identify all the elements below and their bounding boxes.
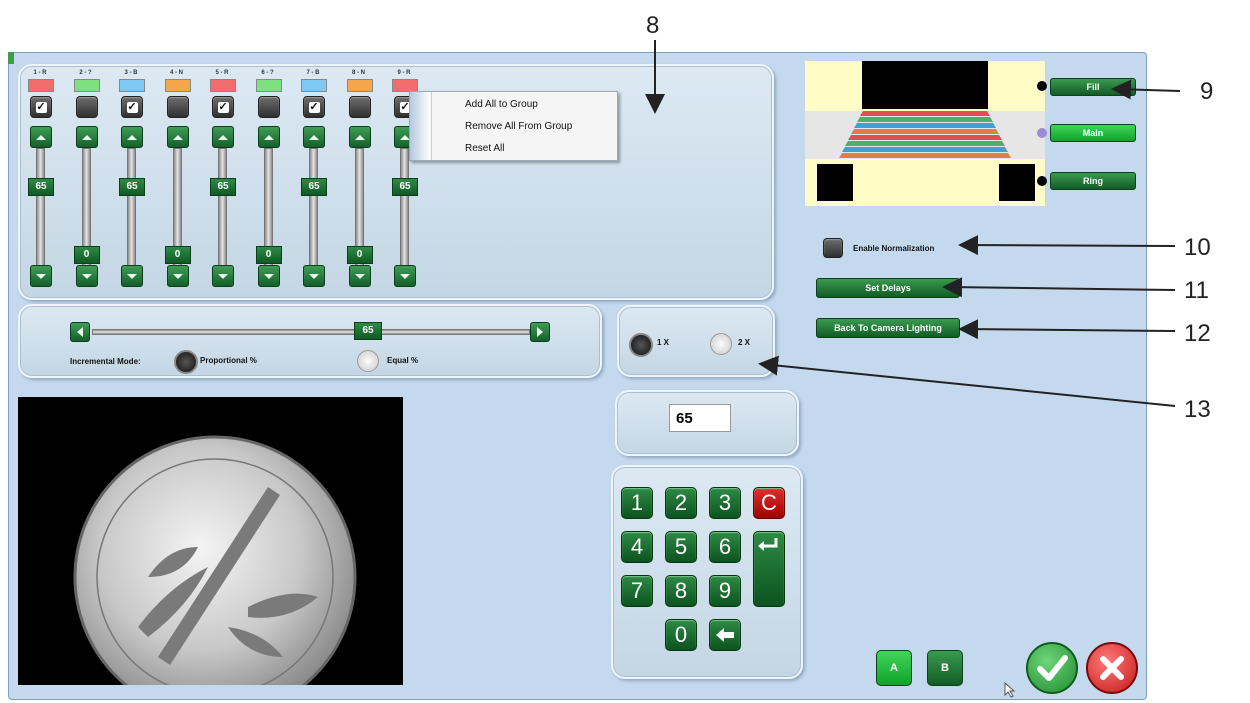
arrow-9 xyxy=(1111,79,1181,100)
annotation-arrows xyxy=(645,40,1181,407)
arrow-13 xyxy=(758,355,1176,407)
arrow-12 xyxy=(958,319,1176,340)
arrow-11 xyxy=(942,277,1176,298)
arrow-10 xyxy=(958,235,1176,256)
